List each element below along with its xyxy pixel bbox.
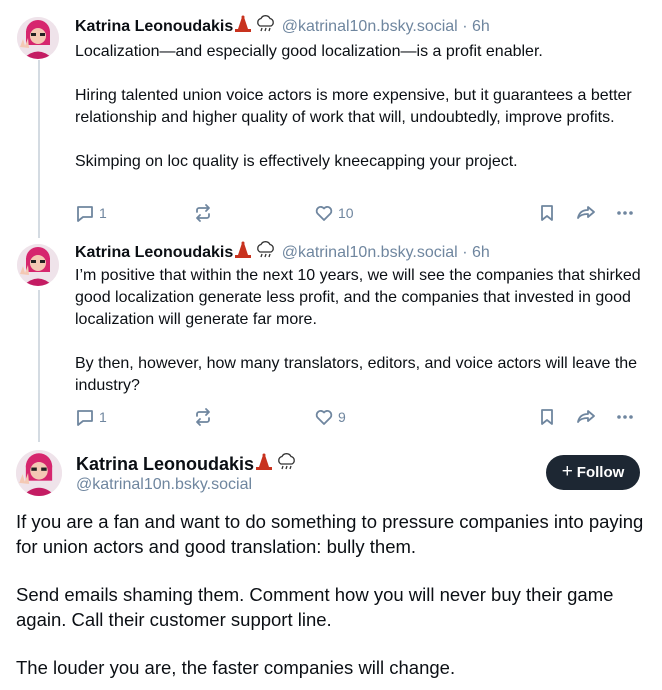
main-avatar[interactable] xyxy=(16,450,62,496)
thread-post[interactable]: Katrina Leonoudakis @katrinal10n.bsky.so… xyxy=(0,0,662,232)
separator-dot: · xyxy=(462,244,468,261)
repost-icon xyxy=(193,407,213,427)
like-button[interactable]: 10 xyxy=(314,202,354,224)
main-post-text: If you are a fan and want to do somethin… xyxy=(16,510,646,681)
avatar[interactable] xyxy=(17,244,59,286)
more-icon xyxy=(615,203,635,223)
post-actions: 1 9 xyxy=(75,406,640,428)
share-icon xyxy=(575,407,597,427)
repost-button[interactable] xyxy=(193,406,213,428)
post-paragraph: Skimping on loc quality is effectively k… xyxy=(75,153,518,170)
cloud-emoji-icon xyxy=(255,15,277,39)
repost-icon xyxy=(193,203,213,223)
follow-label: Follow xyxy=(576,464,625,481)
main-author-handle[interactable]: @katrinal10n.bsky.social xyxy=(76,475,252,495)
more-button[interactable] xyxy=(615,406,635,428)
bookmark-button[interactable] xyxy=(537,202,557,224)
post-time[interactable]: 6h xyxy=(472,244,490,261)
post-paragraph: By then, however, how many translators, … xyxy=(75,355,638,394)
avatar[interactable] xyxy=(17,17,59,59)
like-icon xyxy=(314,407,334,427)
like-count: 9 xyxy=(338,409,346,425)
share-icon xyxy=(575,203,597,223)
reply-count: 1 xyxy=(99,409,107,425)
share-button[interactable] xyxy=(575,202,597,224)
bookmark-icon xyxy=(537,203,557,223)
post-header: Katrina Leonoudakis @katrinal10n.bsky.so… xyxy=(75,15,490,39)
post-text: Localization—and especially good localiz… xyxy=(75,41,645,173)
post-actions: 1 10 xyxy=(75,202,640,224)
main-post-paragraph: If you are a fan and want to do somethin… xyxy=(16,511,644,557)
share-button[interactable] xyxy=(575,406,597,428)
more-icon xyxy=(615,407,635,427)
main-post-paragraph: The louder you are, the faster companies… xyxy=(16,657,456,678)
author-name[interactable]: Katrina Leonoudakis xyxy=(75,18,233,35)
bookmark-icon xyxy=(537,407,557,427)
main-author-row: Katrina Leonoudakis xyxy=(76,452,298,477)
reply-count: 1 xyxy=(99,205,107,221)
bell-emoji-icon xyxy=(233,241,255,265)
thread-post[interactable]: Katrina Leonoudakis @katrinal10n.bsky.so… xyxy=(0,232,662,442)
like-icon xyxy=(314,203,334,223)
author-handle[interactable]: @katrinal10n.bsky.social xyxy=(282,244,458,261)
author-handle[interactable]: @katrinal10n.bsky.social xyxy=(282,18,458,35)
bookmark-button[interactable] xyxy=(537,406,557,428)
like-count: 10 xyxy=(338,205,354,221)
reply-button[interactable]: 1 xyxy=(75,406,107,428)
bell-emoji-icon xyxy=(254,452,276,477)
cloud-emoji-icon xyxy=(276,452,298,477)
bell-emoji-icon xyxy=(233,15,255,39)
post-header: Katrina Leonoudakis @katrinal10n.bsky.so… xyxy=(75,241,490,265)
main-author-name[interactable]: Katrina Leonoudakis xyxy=(76,454,254,474)
post-paragraph: Hiring talented union voice actors is mo… xyxy=(75,87,632,126)
post-paragraph: Localization—and especially good localiz… xyxy=(75,43,543,60)
post-paragraph: I’m positive that within the next 10 yea… xyxy=(75,267,641,328)
more-button[interactable] xyxy=(615,202,635,224)
cloud-emoji-icon xyxy=(255,241,277,265)
follow-button[interactable]: + Follow xyxy=(546,455,640,490)
post-time[interactable]: 6h xyxy=(472,18,490,35)
like-button[interactable]: 9 xyxy=(314,406,346,428)
reply-button[interactable]: 1 xyxy=(75,202,107,224)
repost-button[interactable] xyxy=(193,202,213,224)
reply-icon xyxy=(75,407,95,427)
plus-icon: + xyxy=(561,461,573,482)
author-name[interactable]: Katrina Leonoudakis xyxy=(75,244,233,261)
reply-icon xyxy=(75,203,95,223)
main-post-paragraph: Send emails shaming them. Comment how yo… xyxy=(16,584,614,630)
separator-dot: · xyxy=(462,18,468,35)
post-text: I’m positive that within the next 10 yea… xyxy=(75,265,645,397)
